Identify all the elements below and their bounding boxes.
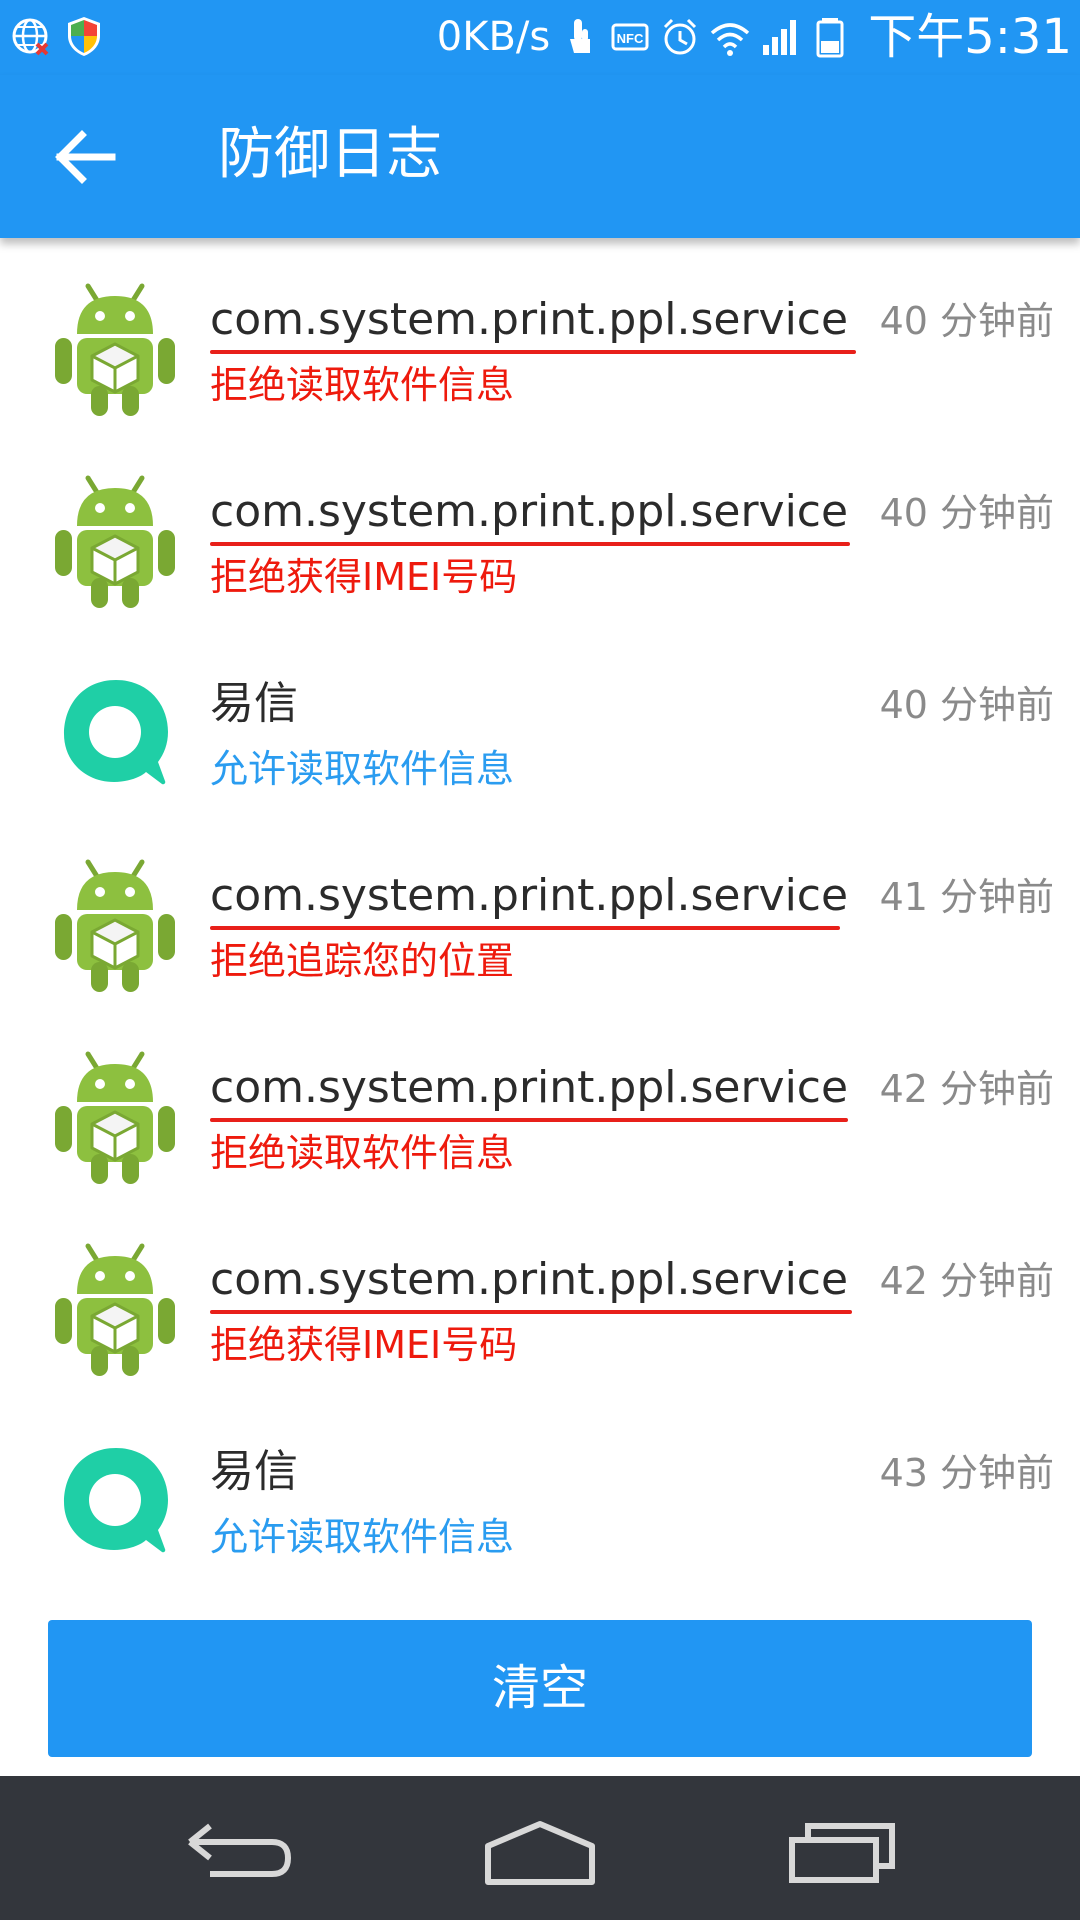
recents-nav-icon[interactable] [780,1812,900,1892]
highlight-underline [210,542,850,546]
nfc-icon: NFC [611,23,649,51]
action-text: 允许读取软件信息 [210,1515,515,1559]
alarm-icon [664,18,697,55]
back-button[interactable] [48,119,124,195]
highlight-underline [210,926,840,930]
yixin-icon [64,1448,168,1553]
log-entry[interactable]: com.system.print.ppl.service 拒绝读取软件信息 40… [0,238,1080,430]
wifi-icon [711,23,750,56]
timestamp: 43 分钟前 [879,1451,1054,1495]
app-bar: 防御日志 [0,75,1080,238]
shield-icon [68,17,100,56]
app-name: com.system.print.ppl.service [210,294,849,345]
clock: 下午5:31 [868,9,1072,65]
signal-icon [763,20,797,55]
nav-bar [0,1776,1080,1920]
page-title: 防御日志 [218,122,442,187]
app-name: 易信 [210,678,298,729]
highlight-underline [210,350,856,354]
log-entry[interactable]: com.system.print.ppl.service 拒绝获得IMEI号码 … [0,430,1080,622]
timestamp: 40 分钟前 [879,299,1054,343]
action-text: 允许读取软件信息 [210,747,515,791]
network-speed: 0KB/s [436,14,551,60]
log-entry[interactable]: com.system.print.ppl.service 拒绝获得IMEI号码 … [0,1198,1080,1390]
android-package-icon [55,1051,175,1184]
android-package-icon [55,283,175,416]
timestamp: 41 分钟前 [879,875,1054,919]
timestamp: 42 分钟前 [879,1067,1054,1111]
highlight-underline [210,1118,848,1122]
back-nav-icon[interactable] [180,1812,300,1892]
app-name: com.system.print.ppl.service [210,870,849,921]
log-entry[interactable]: 易信 允许读取软件信息 43 分钟前 [0,1390,1080,1582]
android-package-icon [55,1243,175,1376]
app-name: 易信 [210,1446,298,1497]
action-text: 拒绝读取软件信息 [210,1131,515,1175]
action-text: 拒绝追踪您的位置 [210,939,515,983]
android-package-icon [55,859,175,992]
status-bar: 0KB/s NFC 下午5:31 [0,0,1080,75]
android-package-icon [55,475,175,608]
log-list: com.system.print.ppl.service 拒绝读取软件信息 40… [0,238,1080,1582]
clear-button[interactable]: 清空 [48,1620,1032,1757]
app-name: com.system.print.ppl.service [210,1062,849,1113]
action-text: 拒绝读取软件信息 [210,363,515,407]
timestamp: 42 分钟前 [879,1259,1054,1303]
app-name: com.system.print.ppl.service [210,1254,849,1305]
globe-blocked-icon [12,18,49,56]
action-text: 拒绝获得IMEI号码 [210,1323,518,1367]
arrow-left-icon [55,130,116,184]
svg-text:NFC: NFC [617,31,644,46]
yixin-icon [64,680,168,785]
battery-icon [816,18,844,58]
highlight-underline [210,1310,852,1314]
log-entry[interactable]: com.system.print.ppl.service 拒绝追踪您的位置 41… [0,814,1080,1006]
app-name: com.system.print.ppl.service [210,486,849,537]
timestamp: 40 分钟前 [879,683,1054,727]
log-entry[interactable]: com.system.print.ppl.service 拒绝读取软件信息 42… [0,1006,1080,1198]
timestamp: 40 分钟前 [879,491,1054,535]
log-entry[interactable]: 易信 允许读取软件信息 40 分钟前 [0,622,1080,814]
action-text: 拒绝获得IMEI号码 [210,555,518,599]
home-nav-icon[interactable] [480,1812,600,1892]
touch-icon [570,19,591,53]
